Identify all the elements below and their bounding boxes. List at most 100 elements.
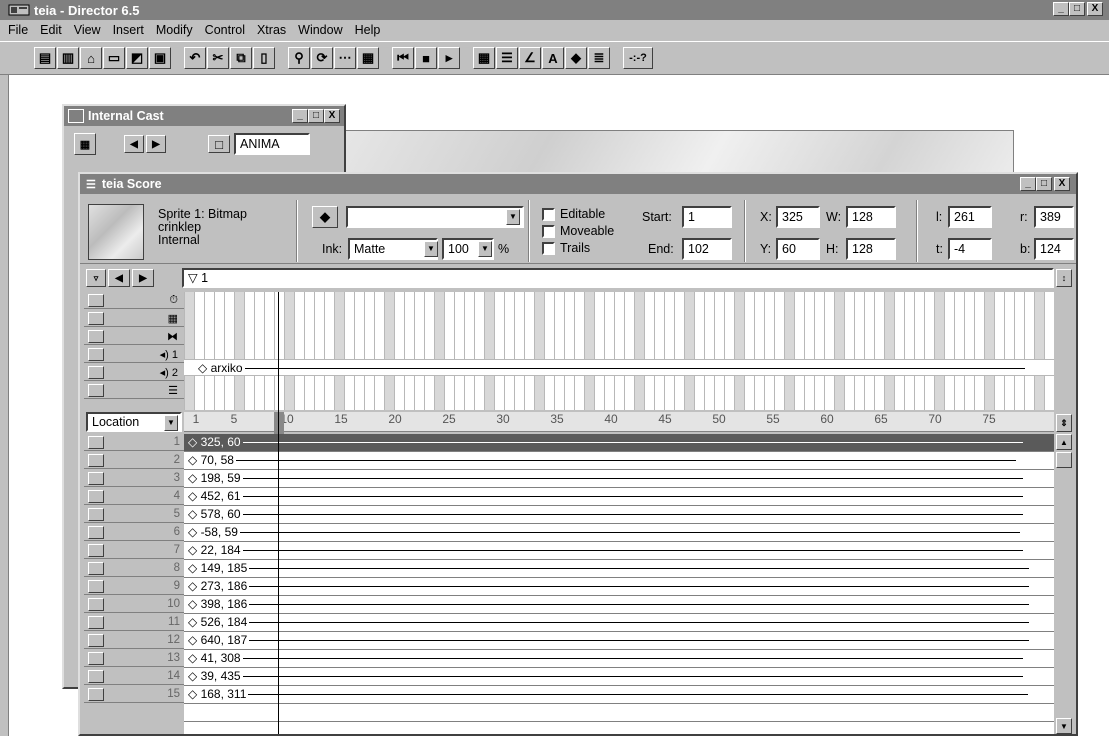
score-window-button[interactable]: ☰ xyxy=(496,47,518,69)
tempo-mute-button[interactable] xyxy=(88,293,104,307)
score-vertical-scrollbar[interactable]: ▲ ▼ xyxy=(1056,434,1072,734)
sprite-channel-mute-button[interactable] xyxy=(88,633,104,647)
menu-view[interactable]: View xyxy=(68,23,107,37)
bitmap-button[interactable]: ▦ xyxy=(357,47,379,69)
sprite-channel-7[interactable]: 7 xyxy=(84,542,184,559)
menu-control[interactable]: Control xyxy=(199,23,251,37)
menu-edit[interactable]: Edit xyxy=(34,23,68,37)
l-field[interactable]: 261 xyxy=(948,206,992,228)
sprite-channel-14[interactable]: 14 xyxy=(84,668,184,685)
prev-marker-button[interactable]: ◀ xyxy=(108,269,130,287)
menu-help[interactable]: Help xyxy=(349,23,387,37)
behavior-select[interactable] xyxy=(346,206,524,228)
menu-file[interactable]: File xyxy=(2,23,34,37)
cast-member-name-field[interactable]: ANIMA xyxy=(234,133,310,155)
script-channel[interactable]: ☰ xyxy=(84,382,184,399)
cut-button[interactable]: ✂ xyxy=(207,47,229,69)
text-button[interactable]: ⋯ xyxy=(334,47,356,69)
marker-field[interactable]: ▽ 1 xyxy=(182,268,1054,288)
stop-button[interactable]: ■ xyxy=(415,47,437,69)
sound-cell[interactable]: ◇ arxiko xyxy=(194,360,1025,376)
transition-mute-button[interactable] xyxy=(88,329,104,343)
sprite-channel-mute-button[interactable] xyxy=(88,687,104,701)
sprite-cell[interactable]: ◇ 70, 58 xyxy=(184,452,1016,468)
sprite-cell[interactable]: ◇ 578, 60 xyxy=(184,506,1023,522)
sprite-channel-9[interactable]: 9 xyxy=(84,578,184,595)
scroll-up-button[interactable]: ▲ xyxy=(1056,434,1072,450)
sprite-cell[interactable]: ◇ -58, 59 xyxy=(184,524,1020,540)
script-button[interactable]: ≣ xyxy=(588,47,610,69)
cast-close-button[interactable]: X xyxy=(324,109,340,123)
sprite-channel-mute-button[interactable] xyxy=(88,525,104,539)
paste-button[interactable]: ▯ xyxy=(253,47,275,69)
y-field[interactable]: 60 xyxy=(776,238,820,260)
playhead[interactable] xyxy=(274,412,284,434)
sprite-channel-mute-button[interactable] xyxy=(88,489,104,503)
score-window-titlebar[interactable]: ☰ teia Score _ □ X xyxy=(80,174,1076,194)
behavior-button[interactable]: ◆ xyxy=(565,47,587,69)
sprite-channel-mute-button[interactable] xyxy=(88,597,104,611)
sprite-channel-10[interactable]: 10 xyxy=(84,596,184,613)
sprite-channel-mute-button[interactable] xyxy=(88,669,104,683)
find-button[interactable]: ⚲ xyxy=(288,47,310,69)
sound-2-mute-button[interactable] xyxy=(88,365,104,379)
palette-mute-button[interactable] xyxy=(88,311,104,325)
t-field[interactable]: -4 xyxy=(948,238,992,260)
sprite-channel-mute-button[interactable] xyxy=(88,543,104,557)
zoom-button[interactable]: ↕ xyxy=(1056,269,1072,287)
sprite-channel-5[interactable]: 5 xyxy=(84,506,184,523)
trails-checkbox[interactable] xyxy=(542,242,555,255)
sprite-channel-13[interactable]: 13 xyxy=(84,650,184,667)
x-field[interactable]: 325 xyxy=(776,206,820,228)
end-field[interactable]: 102 xyxy=(682,238,732,260)
open-button[interactable]: ⌂ xyxy=(80,47,102,69)
close-button[interactable]: X xyxy=(1087,2,1103,16)
cast-maximize-button[interactable]: □ xyxy=(308,109,324,123)
sprite-cell[interactable]: ◇ 41, 308 xyxy=(184,650,1023,666)
paint-window-button[interactable]: ∠ xyxy=(519,47,541,69)
menu-modify[interactable]: Modify xyxy=(150,23,199,37)
scroll-down-button[interactable]: ▼ xyxy=(1056,718,1072,734)
cast-window-titlebar[interactable]: Internal Cast _ □ X xyxy=(64,106,344,126)
ruler-zoom-button[interactable]: ⇕ xyxy=(1056,414,1072,432)
scroll-thumb[interactable] xyxy=(1056,452,1072,468)
menu-window[interactable]: Window xyxy=(292,23,348,37)
tempo-channel[interactable]: ⏱ xyxy=(84,292,184,309)
sprite-channel-mute-button[interactable] xyxy=(88,435,104,449)
sound-1-channel[interactable]: ◂) 1 xyxy=(84,346,184,363)
undo-button[interactable]: ↶ xyxy=(184,47,206,69)
sprite-cell[interactable]: ◇ 398, 186 xyxy=(184,596,1030,612)
copy-button[interactable]: ⧉ xyxy=(230,47,252,69)
palette-channel[interactable]: ▦ xyxy=(84,310,184,327)
sprite-channel-mute-button[interactable] xyxy=(88,651,104,665)
cast-drag-button[interactable]: □ xyxy=(208,135,230,153)
behavior-inspector-button[interactable]: ◆ xyxy=(312,206,338,228)
r-field[interactable]: 389 xyxy=(1034,206,1074,228)
exchange-button[interactable]: ⟳ xyxy=(311,47,333,69)
cast-minimize-button[interactable]: _ xyxy=(292,109,308,123)
minimize-button[interactable]: _ xyxy=(1053,2,1069,16)
sprite-cell[interactable]: ◇ 640, 187 xyxy=(184,632,1030,648)
blend-dropdown-arrow[interactable]: ▼ xyxy=(478,241,492,257)
sprite-cell[interactable]: ◇ 39, 435 xyxy=(184,668,1023,684)
sprite-cell[interactable]: ◇ 452, 61 xyxy=(184,488,1023,504)
sound-2-channel[interactable]: ◂) 2 xyxy=(84,364,184,381)
marker-menu-button[interactable]: ▿ xyxy=(86,269,106,287)
sprite-cell[interactable]: ◇ 198, 59 xyxy=(184,470,1023,486)
sprite-cell[interactable]: ◇ 273, 186 xyxy=(184,578,1030,594)
help-pointer-button[interactable]: -:-? xyxy=(623,47,653,69)
new-movie-button[interactable]: ▤ xyxy=(34,47,56,69)
sprite-cell[interactable]: ◇ 168, 311 xyxy=(184,686,1029,702)
w-field[interactable]: 128 xyxy=(846,206,896,228)
sprite-cell[interactable]: ◇ 22, 184 xyxy=(184,542,1023,558)
save-all-button[interactable]: ◩ xyxy=(126,47,148,69)
sprite-channel-3[interactable]: 3 xyxy=(84,470,184,487)
import-button[interactable]: ▣ xyxy=(149,47,171,69)
text-window-button[interactable]: A xyxy=(542,47,564,69)
menu-xtras[interactable]: Xtras xyxy=(251,23,292,37)
new-cast-button[interactable]: ▥ xyxy=(57,47,79,69)
ink-dropdown-arrow[interactable]: ▼ xyxy=(424,241,438,257)
display-mode-dropdown-arrow[interactable]: ▼ xyxy=(164,415,178,431)
sprite-channel-4[interactable]: 4 xyxy=(84,488,184,505)
sprite-channel-12[interactable]: 12 xyxy=(84,632,184,649)
